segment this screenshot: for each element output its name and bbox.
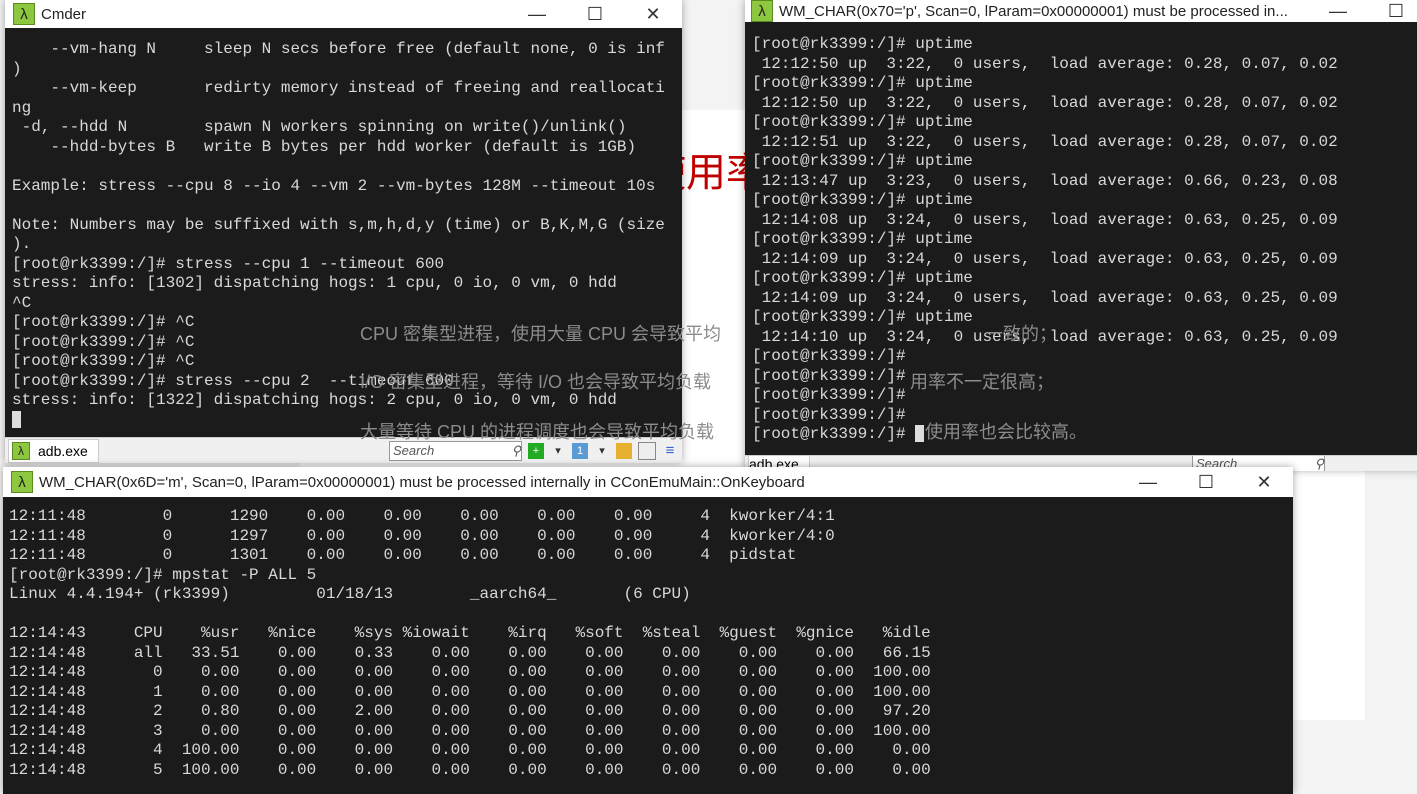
terminal-line: [root@rk3399:/]# uptime: [752, 269, 973, 287]
terminal-line: stress: info: [1302] dispatching hogs: 1…: [12, 274, 617, 292]
terminal-line: --vm-hang N sleep N secs before free (de…: [12, 40, 665, 58]
terminal-line: Example: stress --cpu 8 --io 4 --vm 2 --…: [12, 176, 656, 195]
slide-bullet: 大量等待 CPU 的进程调度也会导致平均负载: [360, 422, 715, 442]
text-cursor: [12, 410, 21, 428]
terminal-line: 12:14:48 0 0.00 0.00 0.00 0.00 0.00 0.00…: [9, 663, 931, 681]
terminal-line: ).: [12, 235, 32, 253]
terminal-line: 12:11:48 0 1297 0.00 0.00 0.00 0.00 0.00…: [9, 526, 835, 545]
lock-icon[interactable]: [616, 442, 632, 459]
terminal-line: Linux 4.4.194+ (rk3399) 01/18/13 _aarch6…: [9, 585, 691, 603]
terminal-line: 12:11:48 0 1290 0.00 0.00 0.00 0.00 0.00…: [9, 507, 835, 525]
dropdown-icon[interactable]: ▾: [550, 443, 566, 459]
terminal-line: 12:14:48 1 0.00 0.00 0.00 0.00 0.00 0.00…: [9, 682, 931, 701]
terminal-line: 12:14:10 up 3:24, 0 users, load average:…: [752, 327, 1338, 346]
maximize-button[interactable]: ☐: [566, 4, 624, 25]
terminal-line: [root@rk3399:/]# uptime: [752, 113, 973, 131]
console-number-icon[interactable]: 1: [572, 442, 588, 459]
terminal-line: [root@rk3399:/]# uptime: [752, 191, 973, 209]
terminal-line: [root@rk3399:/]# stress --cpu 1 --timeou…: [12, 254, 445, 273]
terminal-output[interactable]: [root@rk3399:/]# uptime 12:12:50 up 3:22…: [745, 35, 1417, 455]
minimize-button[interactable]: —: [1119, 472, 1177, 493]
tab-label: adb.exe: [38, 442, 88, 459]
title-bar[interactable]: λ Cmder — ☐ ✕: [5, 0, 682, 28]
terminal-line: [root@rk3399:/]#: [752, 366, 906, 385]
terminal-line: 12:14:43 CPU %usr %nice %sys %iowait %ir…: [9, 624, 931, 642]
text-cursor: [915, 425, 925, 443]
terminal-line: ng: [12, 98, 32, 117]
split-icon[interactable]: [638, 441, 656, 460]
dropdown-icon[interactable]: ▾: [594, 443, 610, 459]
terminal-line: [root@rk3399:/]# uptime: [752, 74, 973, 92]
terminal-line: [root@rk3399:/]# mpstat -P ALL 5: [9, 565, 317, 584]
terminal-line: 12:14:09 up 3:24, 0 users, load average:…: [752, 249, 1338, 268]
window-title: WM_CHAR(0x70='p', Scan=0, lParam=0x00000…: [779, 2, 1288, 20]
maximize-button[interactable]: ☐: [1177, 472, 1235, 493]
search-placeholder: Search: [393, 443, 435, 458]
terminal-line: [root@rk3399:/]#: [752, 347, 906, 365]
terminal-line: --hdd-bytes B write B bytes per hdd work…: [12, 137, 637, 156]
terminal-output[interactable]: 12:11:48 0 1290 0.00 0.00 0.00 0.00 0.00…: [3, 507, 1293, 794]
search-icon: ⚲: [1314, 455, 1324, 471]
console-tab[interactable]: λ adb.exe: [8, 438, 99, 463]
terminal-line: Note: Numbers may be suffixed with s,m,h…: [12, 215, 665, 234]
terminal-line: 12:12:51 up 3:22, 0 users, load average:…: [752, 132, 1338, 151]
terminal-line: --vm-keep redirty memory instead of free…: [12, 79, 665, 97]
terminal-line: [root@rk3399:/]# uptime: [752, 230, 973, 248]
title-bar[interactable]: λ WM_CHAR(0x6D='m', Scan=0, lParam=0x000…: [3, 467, 1293, 497]
slide-bullet: I/O 密集型进程，等待 I/O 也会导致平均负载: [360, 372, 712, 392]
slide-bullet: CPU 密集型进程，使用大量 CPU 会导致平均: [360, 324, 722, 344]
terminal-line: 12:14:09 up 3:24, 0 users, load average:…: [752, 288, 1338, 307]
terminal-line: 12:14:48 5 100.00 0.00 0.00 0.00 0.00 0.…: [9, 760, 931, 779]
search-icon: ⚲: [511, 442, 521, 458]
terminal-line: [root@rk3399:/]#: [752, 386, 906, 404]
terminal-line: ^C: [12, 293, 32, 312]
terminal-line: ): [12, 59, 22, 78]
close-button[interactable]: ✕: [624, 4, 682, 25]
terminal-line: 12:14:48 3 0.00 0.00 0.00 0.00 0.00 0.00…: [9, 721, 931, 740]
menu-icon[interactable]: ≡: [662, 442, 678, 459]
window-title: WM_CHAR(0x6D='m', Scan=0, lParam=0x00000…: [39, 473, 805, 491]
cmder-lambda-icon: λ: [12, 441, 30, 460]
terminal-line: 12:12:50 up 3:22, 0 users, load average:…: [752, 93, 1338, 112]
terminal-line: 12:14:48 4 100.00 0.00 0.00 0.00 0.00 0.…: [9, 741, 931, 759]
slide-bullet-tail: 一致的；: [985, 324, 1057, 344]
slide-bullet-tail: 用率不一定很高；: [910, 372, 1054, 392]
mpstat-console-window: λ WM_CHAR(0x6D='m', Scan=0, lParam=0x000…: [3, 467, 1293, 794]
terminal-line: 12:14:08 up 3:24, 0 users, load average:…: [752, 210, 1338, 229]
terminal-line: [root@rk3399:/]# uptime: [752, 35, 973, 53]
terminal-line: 12:14:48 2 0.80 0.00 2.00 0.00 0.00 0.00…: [9, 702, 931, 720]
minimize-button[interactable]: —: [508, 4, 566, 25]
minimize-button[interactable]: —: [1309, 1, 1367, 22]
terminal-line: 12:11:48 0 1301 0.00 0.00 0.00 0.00 0.00…: [9, 546, 797, 564]
terminal-line: 12:14:48 all 33.51 0.00 0.33 0.00 0.00 0…: [9, 643, 931, 662]
window-title: Cmder: [41, 5, 87, 23]
terminal-line: [root@rk3399:/]# uptime: [752, 152, 973, 170]
cmder-lambda-icon: λ: [11, 471, 33, 493]
terminal-line: [root@rk3399:/]# uptime: [752, 308, 973, 326]
slide-bullet-tail: 使用率也会比较高。: [925, 422, 1087, 442]
terminal-line: 12:13:47 up 3:23, 0 users, load average:…: [752, 171, 1338, 190]
uptime-console-window: λ WM_CHAR(0x70='p', Scan=0, lParam=0x000…: [745, 0, 1417, 471]
terminal-line: 12:12:50 up 3:22, 0 users, load average:…: [752, 54, 1338, 73]
new-console-icon[interactable]: +: [528, 442, 544, 459]
cmder-lambda-icon: λ: [13, 3, 35, 25]
terminal-line: -d, --hdd N spawn N workers spinning on …: [12, 118, 627, 136]
maximize-button[interactable]: ☐: [1367, 1, 1417, 22]
title-bar[interactable]: λ WM_CHAR(0x70='p', Scan=0, lParam=0x000…: [745, 0, 1417, 22]
close-button[interactable]: ✕: [1235, 472, 1293, 493]
cmder-lambda-icon: λ: [751, 0, 773, 22]
